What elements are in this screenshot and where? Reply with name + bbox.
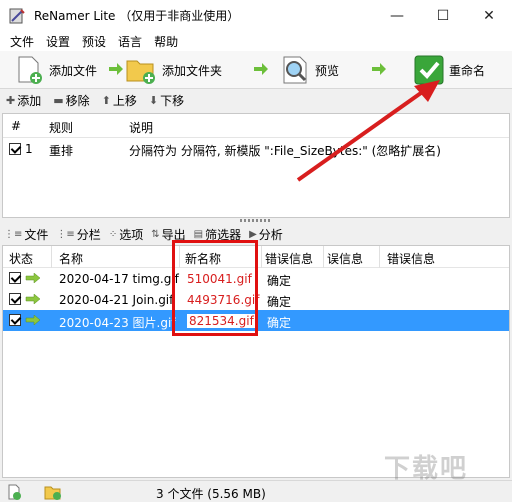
rules-col-description[interactable]: 说明: [129, 119, 153, 136]
add-rule-label: 添加: [17, 93, 42, 108]
annotation-arrow-icon: [296, 80, 440, 182]
window-title: ReNamer Lite （仅用于非商业使用）: [34, 9, 240, 23]
rules-col-rule[interactable]: 规则: [49, 119, 73, 136]
file-row[interactable]: 2020-04-17 timg.gif 510041.gif 确定: [3, 268, 509, 289]
files-menu-label: 文件: [24, 227, 49, 242]
files-col-error-3[interactable]: 错误信息: [387, 250, 435, 267]
column-divider[interactable]: [379, 246, 380, 268]
file-row[interactable]: 2020-04-21 Join.gif 4493716.gif 确定: [3, 289, 509, 310]
arrow-down-icon: ⬇: [148, 93, 159, 107]
files-icon: ⋮≡: [4, 228, 23, 240]
menu-bar: 文件 设置 预设 语言 帮助: [0, 31, 512, 51]
title-bar: ReNamer Lite （仅用于非商业使用） — ☐ ✕: [0, 0, 512, 31]
remove-rule-button[interactable]: ▬ 移除: [53, 92, 89, 109]
files-col-newname[interactable]: 新名称: [185, 250, 221, 267]
maximize-button[interactable]: ☐: [420, 0, 466, 31]
splitter-grip: [240, 219, 270, 222]
files-toolbar: ⋮≡ 文件 ⋮≡ 分栏 ⁘ 选项 ⇅ 导出 ▤ 筛选器 ▶ 分析: [0, 224, 512, 244]
add-rule-button[interactable]: ✚ 添加: [6, 92, 41, 109]
add-folder-label: 添加文件夹: [162, 63, 223, 78]
analyze-menu-label: 分析: [258, 227, 283, 242]
rule-number: 1: [25, 142, 33, 156]
options-icon: ⁘: [108, 228, 118, 240]
arrow-right-icon: [25, 315, 41, 325]
file-row-selected[interactable]: 2020-04-23 图片.gif 821534.gif 确定: [3, 310, 509, 331]
status-summary: 3 个文件 (5.56 MB): [156, 487, 266, 501]
files-menu-button[interactable]: ⋮≡ 文件: [4, 226, 48, 243]
minus-icon: ▬: [53, 93, 64, 107]
file-newname: 510041.gif: [187, 272, 252, 286]
analyze-menu-button[interactable]: ▶ 分析: [249, 226, 283, 243]
files-header: 状态 名称 新名称 错误信息 误信息 错误信息: [3, 246, 509, 268]
arrow-right-icon: [25, 294, 41, 304]
add-file-icon[interactable]: [6, 484, 22, 500]
arrow-right-icon: [109, 63, 123, 75]
file-newname: 821534.gif: [187, 314, 256, 328]
move-down-button[interactable]: ⬇ 下移: [149, 92, 184, 109]
add-folder-button[interactable]: 添加文件夹: [125, 53, 222, 87]
watermark-logo: 下载吧: [384, 454, 469, 484]
arrow-right-icon: [25, 273, 41, 283]
export-menu-button[interactable]: ⇅ 导出: [151, 226, 185, 243]
file-checkbox[interactable]: [9, 314, 21, 326]
columns-menu-button[interactable]: ⋮≡ 分栏: [56, 226, 100, 243]
arrow-up-icon: ⬆: [101, 93, 111, 107]
file-error: 确定: [267, 316, 292, 330]
file-checkbox[interactable]: [9, 293, 21, 305]
column-divider[interactable]: [323, 246, 324, 268]
file-name: 2020-04-21 Join.gif: [59, 293, 174, 307]
add-folder-icon[interactable]: [44, 484, 62, 500]
file-checkbox[interactable]: [9, 272, 21, 284]
files-col-name[interactable]: 名称: [59, 250, 83, 267]
remove-rule-label: 移除: [65, 93, 90, 108]
menu-help[interactable]: 帮助: [148, 33, 184, 50]
app-icon: [8, 7, 26, 25]
export-icon: ⇅: [151, 228, 160, 240]
move-down-label: 下移: [160, 93, 185, 108]
menu-settings[interactable]: 设置: [40, 33, 76, 50]
options-menu-label: 选项: [119, 227, 144, 242]
file-name: 2020-04-17 timg.gif: [59, 272, 179, 286]
add-files-button[interactable]: 添加文件: [14, 53, 97, 87]
filter-menu-button[interactable]: ▤ 筛选器: [194, 226, 241, 243]
menu-file[interactable]: 文件: [4, 33, 40, 50]
add-folder-icon: [126, 60, 155, 84]
files-col-status[interactable]: 状态: [9, 250, 33, 267]
files-col-error[interactable]: 错误信息: [265, 250, 313, 267]
filter-menu-label: 筛选器: [205, 227, 242, 242]
rules-col-number[interactable]: #: [11, 119, 21, 133]
column-divider[interactable]: [261, 246, 262, 268]
file-error: 确定: [267, 274, 292, 288]
rename-label: 重命名: [449, 63, 486, 78]
files-col-error-2[interactable]: 误信息: [327, 250, 363, 267]
file-name: 2020-04-23 图片.gif: [59, 316, 176, 330]
export-menu-label: 导出: [161, 227, 186, 242]
plus-icon: ✚: [6, 93, 16, 107]
column-divider[interactable]: [51, 246, 52, 268]
close-button[interactable]: ✕: [466, 0, 512, 31]
columns-menu-label: 分栏: [76, 227, 101, 242]
file-newname: 4493716.gif: [187, 293, 260, 307]
analyze-icon: ▶: [249, 228, 257, 240]
column-divider[interactable]: [179, 246, 180, 268]
add-files-label: 添加文件: [49, 63, 98, 78]
file-error: 确定: [267, 295, 292, 309]
rule-name: 重排: [49, 144, 74, 158]
arrow-right-icon: [254, 63, 268, 75]
move-up-label: 上移: [112, 93, 137, 108]
filter-icon: ▤: [193, 228, 204, 240]
minimize-button[interactable]: —: [374, 0, 420, 31]
move-up-button[interactable]: ⬆ 上移: [102, 92, 137, 109]
rule-checkbox[interactable]: [9, 143, 21, 155]
menu-language[interactable]: 语言: [112, 33, 148, 50]
options-menu-button[interactable]: ⁘ 选项: [109, 226, 143, 243]
add-files-icon: [18, 56, 42, 84]
files-list: 状态 名称 新名称 错误信息 误信息 错误信息 2020-04-17 timg.…: [2, 245, 510, 478]
columns-icon: ⋮≡: [56, 228, 75, 240]
menu-presets[interactable]: 预设: [76, 33, 112, 50]
